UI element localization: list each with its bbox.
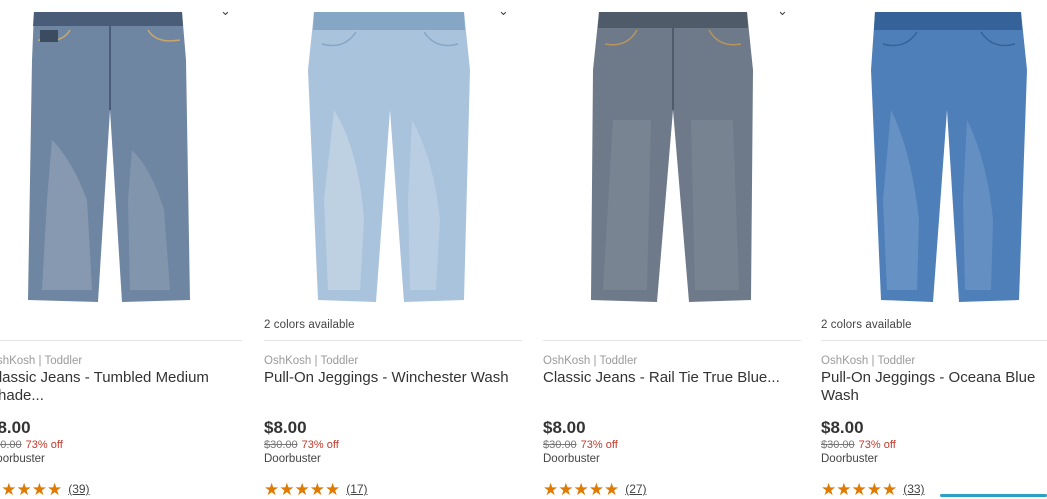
divider [0,340,242,341]
jeans-image [28,12,190,302]
review-count-link[interactable]: (17) [346,482,367,496]
sale-price: $8.00 [821,418,864,437]
original-price: $30.00 [0,439,22,451]
discount-label: 73% off [858,439,896,451]
original-price: $30.00 [821,439,855,451]
price-detail: $30.0073% off [821,439,896,451]
star-icon: ★★★★★ [0,479,63,499]
product-brand: OshKosh | Toddler [264,355,359,367]
product-image[interactable] [821,0,1047,308]
horizontal-scrollbar[interactable] [940,494,1047,497]
sale-price: $8.00 [0,418,31,437]
price-detail: $30.0073% off [0,439,63,451]
divider [821,340,1047,341]
sale-price: $8.00 [543,418,586,437]
discount-label: 73% off [25,439,63,451]
product-card[interactable]: 2 colors available OshKosh | Toddler Pul… [821,0,1047,499]
product-card[interactable]: ⌄ OshKosh | Toddler Classic Jeans - Tumb… [0,0,250,499]
review-count-link[interactable]: (27) [625,482,646,496]
color-availability[interactable]: 2 colors available [264,319,355,331]
jeans-image [871,12,1027,302]
divider [543,340,801,341]
chevron-down-icon[interactable]: ⌄ [777,4,788,17]
star-icon: ★★★★★ [543,479,620,499]
jeans-image [308,12,470,302]
star-icon: ★★★★★ [821,479,898,499]
product-brand: OshKosh | Toddler [821,355,916,367]
review-count-link[interactable]: (33) [903,482,924,496]
rating[interactable]: ★★★★★ (17) [264,479,368,499]
product-brand: OshKosh | Toddler [0,355,83,367]
product-title[interactable]: Classic Jeans - Tumbled Medium Shade... [0,369,250,405]
product-card[interactable]: ⌄ 2 colors available OshKosh | Toddler P… [264,0,522,499]
product-card[interactable]: ⌄ OshKosh | Toddler Classic Jeans - Rail… [543,0,801,499]
price-detail: $30.0073% off [264,439,339,451]
chevron-down-icon[interactable]: ⌄ [498,4,509,17]
color-availability[interactable]: 2 colors available [821,319,912,331]
product-title[interactable]: Pull-On Jeggings - Oceana Blue Wash [821,369,1045,405]
product-title[interactable]: Pull-On Jeggings - Winchester Wash [264,369,526,387]
product-image[interactable]: ⌄ [264,0,522,308]
rating[interactable]: ★★★★★ (39) [0,479,90,499]
rating[interactable]: ★★★★★ (33) [821,479,925,499]
divider [264,340,522,341]
promo-badge: Doorbuster [0,453,45,465]
jeans-image [591,12,753,302]
product-image[interactable]: ⌄ [0,0,250,308]
original-price: $30.00 [264,439,298,451]
discount-label: 73% off [301,439,339,451]
rating[interactable]: ★★★★★ (27) [543,479,647,499]
promo-badge: Doorbuster [821,453,878,465]
price-detail: $30.0073% off [543,439,618,451]
product-image[interactable]: ⌄ [543,0,801,308]
product-title[interactable]: Classic Jeans - Rail Tie True Blue... [543,369,805,387]
original-price: $30.00 [543,439,577,451]
product-grid: ⌄ OshKosh | Toddler Classic Jeans - Tumb… [0,0,1047,499]
promo-badge: Doorbuster [264,453,321,465]
product-brand: OshKosh | Toddler [543,355,638,367]
promo-badge: Doorbuster [543,453,600,465]
sale-price: $8.00 [264,418,307,437]
chevron-down-icon[interactable]: ⌄ [220,4,231,17]
discount-label: 73% off [580,439,618,451]
star-icon: ★★★★★ [264,479,341,499]
review-count-link[interactable]: (39) [68,482,89,496]
